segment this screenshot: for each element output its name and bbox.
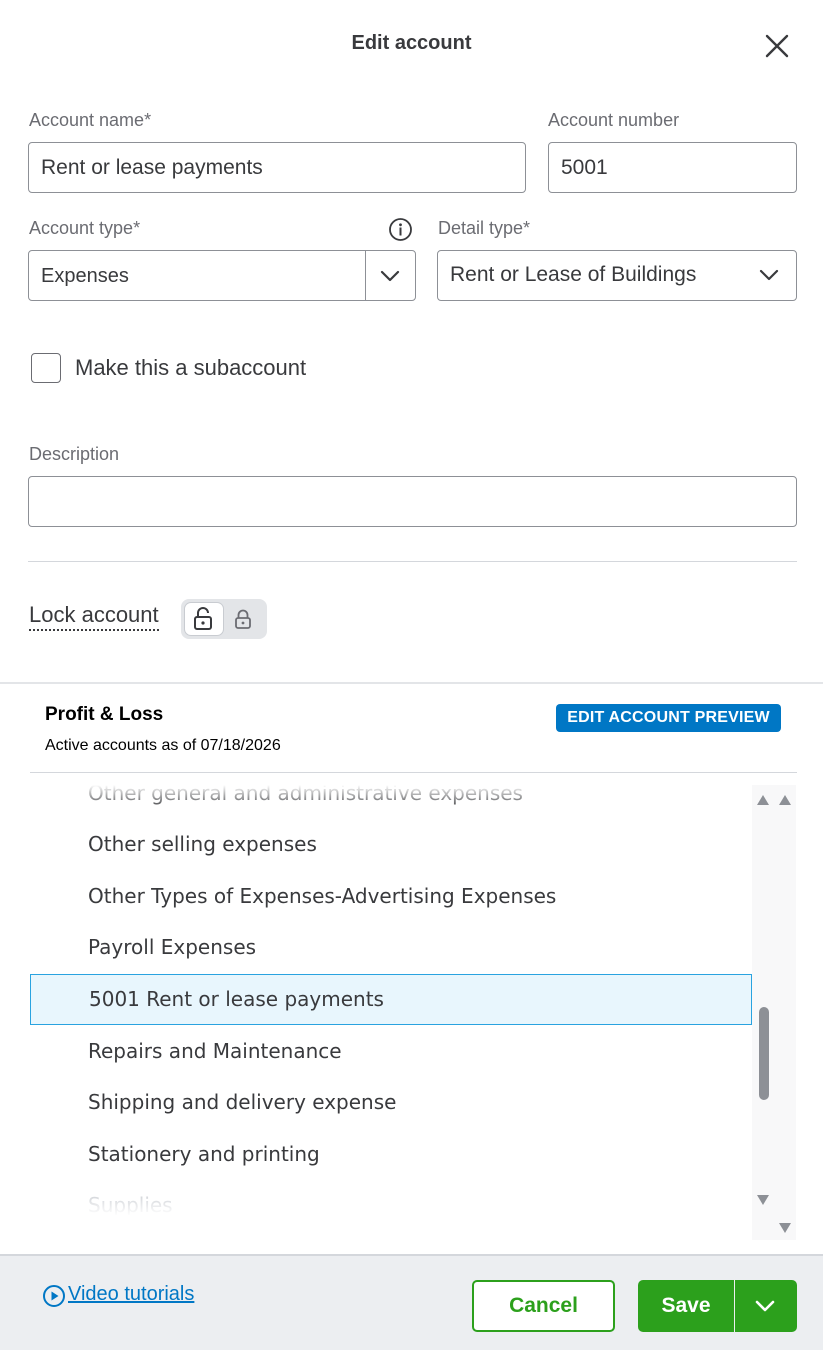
chevron-down-icon <box>759 269 779 281</box>
chevron-down-icon[interactable] <box>379 265 401 287</box>
list-item: Repairs and Maintenance <box>88 1039 342 1063</box>
preview-title: Profit & Loss <box>45 704 164 725</box>
account-type-select[interactable]: Expenses <box>28 250 416 301</box>
preview-divider-top <box>0 682 823 684</box>
video-tutorials-link[interactable]: Video tutorials <box>68 1283 194 1306</box>
info-icon[interactable] <box>388 217 413 242</box>
subaccount-checkbox[interactable] <box>31 353 61 383</box>
scroll-up-icon[interactable] <box>756 794 770 806</box>
list-item-selected: 5001 Rent or lease payments <box>30 974 752 1025</box>
scrollbar-thumb[interactable] <box>759 1007 769 1100</box>
account-number-input[interactable]: 5001 <box>548 142 797 193</box>
list-item: Stationery and printing <box>88 1142 320 1166</box>
account-type-label: Account type* <box>29 218 141 238</box>
section-divider <box>28 561 797 562</box>
account-name-input[interactable]: Rent or lease payments <box>28 142 526 193</box>
edit-account-dialog: Edit account Account name* Rent or lease… <box>0 0 823 1350</box>
list-item: Payroll Expenses <box>88 935 257 959</box>
list-item: Other general and administrative expense… <box>88 785 523 805</box>
save-options-button[interactable] <box>735 1280 797 1332</box>
description-input[interactable] <box>28 476 797 527</box>
chevron-down-icon <box>755 1300 775 1312</box>
list-item: Shipping and delivery expense <box>88 1090 397 1114</box>
preview-subtitle: Active accounts as of 07/18/2026 <box>45 737 281 754</box>
play-circle-icon[interactable] <box>42 1284 66 1308</box>
lock-icon[interactable] <box>232 608 254 630</box>
unlock-icon[interactable] <box>191 606 215 632</box>
save-button[interactable]: Save <box>638 1280 734 1332</box>
detail-type-select[interactable]: Rent or Lease of Buildings <box>437 250 797 301</box>
list-item: Other Types of Expenses-Advertising Expe… <box>88 884 557 908</box>
detail-type-value: Rent or Lease of Buildings <box>450 263 697 286</box>
scroll-down-icon[interactable] <box>756 1194 770 1206</box>
select-divider <box>365 251 366 300</box>
account-name-label: Account name* <box>29 110 152 130</box>
dialog-title: Edit account <box>351 32 472 54</box>
lock-account-label[interactable]: Lock account <box>29 603 159 631</box>
scroll-down-icon[interactable] <box>778 1222 792 1234</box>
account-type-value: Expenses <box>41 265 129 287</box>
list-item: Supplies <box>88 1193 173 1215</box>
account-preview-list[interactable]: Other general and administrative expense… <box>30 785 752 1215</box>
cancel-button[interactable]: Cancel <box>472 1280 615 1332</box>
list-item: Other selling expenses <box>88 832 317 856</box>
edit-account-preview-badge: EDIT ACCOUNT PREVIEW <box>556 704 781 732</box>
account-number-label: Account number <box>548 110 680 130</box>
close-icon[interactable] <box>762 31 792 61</box>
preview-divider <box>30 772 797 773</box>
scroll-up-icon[interactable] <box>778 794 792 806</box>
detail-type-label: Detail type* <box>438 218 531 238</box>
description-label: Description <box>29 444 120 464</box>
subaccount-label[interactable]: Make this a subaccount <box>75 355 306 381</box>
